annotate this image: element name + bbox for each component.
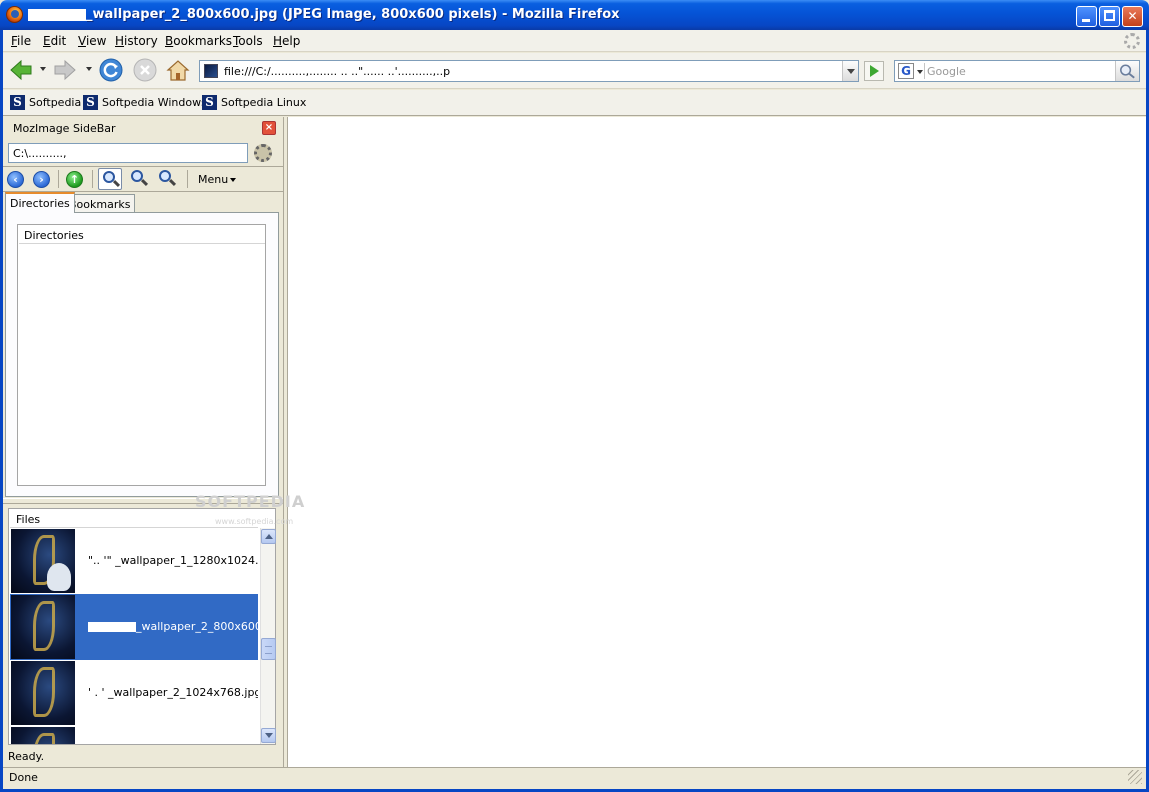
firefox-icon [6,6,23,23]
file-name: _wallpaper_2_800x600.jpg [88,620,258,633]
menu-bar: File Edit View History Bookmarks Tools H… [3,30,1146,52]
file-list-item[interactable] [10,726,258,744]
tab-directories[interactable]: Directories [5,192,75,213]
page-favicon [204,64,218,78]
watermark-url: www.softpedia.com [215,517,294,526]
window-titlebar[interactable]: _wallpaper_2_800x600.jpg (JPEG Image, 80… [0,0,1149,30]
previous-image-icon[interactable]: ‹ [7,171,24,188]
menu-file[interactable]: File [11,34,31,48]
redacted-block [88,622,136,632]
file-name: ' . ' _wallpaper_2_1024x768.jpg [88,686,258,699]
zoom-out-icon[interactable] [155,168,179,190]
sidebar-title: MozImage SideBar [13,122,116,135]
resize-grip[interactable] [1128,770,1142,784]
image-thumbnail [11,661,75,725]
activity-throbber-icon [1124,33,1140,49]
engine-dropdown-icon [917,70,923,74]
file-list-item-selected[interactable]: _wallpaper_2_800x600.jpg [10,594,258,660]
menu-bookmarks[interactable]: Bookmarks [165,34,232,48]
toolbar-separator [58,170,59,188]
directories-column-header[interactable]: Directories [19,226,265,244]
minimize-button[interactable] [1076,6,1097,27]
search-input[interactable] [927,63,1113,79]
softpedia-icon: S [10,95,25,110]
bookmark-softpedia-windows[interactable]: S Softpedia Windows [83,95,207,112]
bookmark-softpedia[interactable]: S Softpedia [10,95,81,112]
scroll-down-icon[interactable] [261,728,276,743]
url-text[interactable]: file:///C:/..........,........ .. .."...… [224,65,450,78]
file-list-scrollbar[interactable] [260,528,276,744]
home-icon[interactable] [166,58,190,82]
stop-icon[interactable] [133,58,157,82]
settings-gear-icon[interactable] [254,144,272,162]
sidebar-path-field[interactable]: C:\.........., [8,143,248,163]
scroll-thumb[interactable] [261,638,276,660]
file-list[interactable]: Files ".. '" _wallpaper_1_1280x1024.jpg … [8,508,276,745]
menu-view[interactable]: View [78,34,106,48]
search-icon[interactable] [1115,61,1139,81]
back-history-dropdown-icon[interactable] [40,67,46,71]
status-text: Done [9,771,38,784]
sidebar-menu-button[interactable]: Menu [198,173,236,186]
menu-tools[interactable]: Tools [233,34,263,48]
search-engine-selector[interactable]: G [897,63,925,79]
menu-help[interactable]: Help [273,34,300,48]
window-title: _wallpaper_2_800x600.jpg (JPEG Image, 80… [28,7,620,22]
scroll-up-icon[interactable] [261,529,276,544]
zoom-fit-icon[interactable] [98,168,122,190]
forward-history-dropdown-icon[interactable] [86,67,92,71]
go-button-icon[interactable] [864,61,884,81]
toolbar-separator [187,170,188,188]
toolbar-separator [92,170,93,188]
parent-directory-icon[interactable]: ↑ [66,171,83,188]
maximize-button[interactable] [1099,6,1120,27]
file-name: ".. '" _wallpaper_1_1280x1024.jpg [88,554,258,567]
softpedia-icon: S [83,95,98,110]
reload-icon[interactable] [99,58,123,82]
close-button[interactable]: ✕ [1122,6,1143,27]
menu-edit[interactable]: Edit [43,34,66,48]
softpedia-icon: S [202,95,217,110]
search-bar[interactable]: G [894,60,1140,82]
page-content[interactable] [287,117,1146,767]
google-icon: G [898,63,914,79]
bookmark-softpedia-linux[interactable]: S Softpedia Linux [202,95,306,112]
url-bar[interactable]: file:///C:/..........,........ .. .."...… [199,60,859,82]
forward-arrow-icon[interactable] [53,58,77,82]
watermark-logo: SOFTPEDIA [195,492,306,511]
directory-tree[interactable]: Directories [17,224,266,486]
zoom-in-icon[interactable] [127,168,151,190]
file-list-item[interactable]: ' . ' _wallpaper_2_1024x768.jpg [10,660,258,726]
sidebar-close-icon[interactable]: × [262,121,276,135]
menu-history[interactable]: History [115,34,158,48]
back-arrow-icon[interactable] [9,58,33,82]
file-list-item[interactable]: ".. '" _wallpaper_1_1280x1024.jpg [10,528,258,594]
redacted-block [28,8,86,21]
status-bar [3,767,1146,789]
url-history-dropdown-icon[interactable] [842,61,858,81]
sidebar-status: Ready. [8,750,45,763]
image-thumbnail [11,529,75,593]
next-image-icon[interactable]: › [33,171,50,188]
image-thumbnail [11,595,75,659]
image-thumbnail [11,727,75,744]
